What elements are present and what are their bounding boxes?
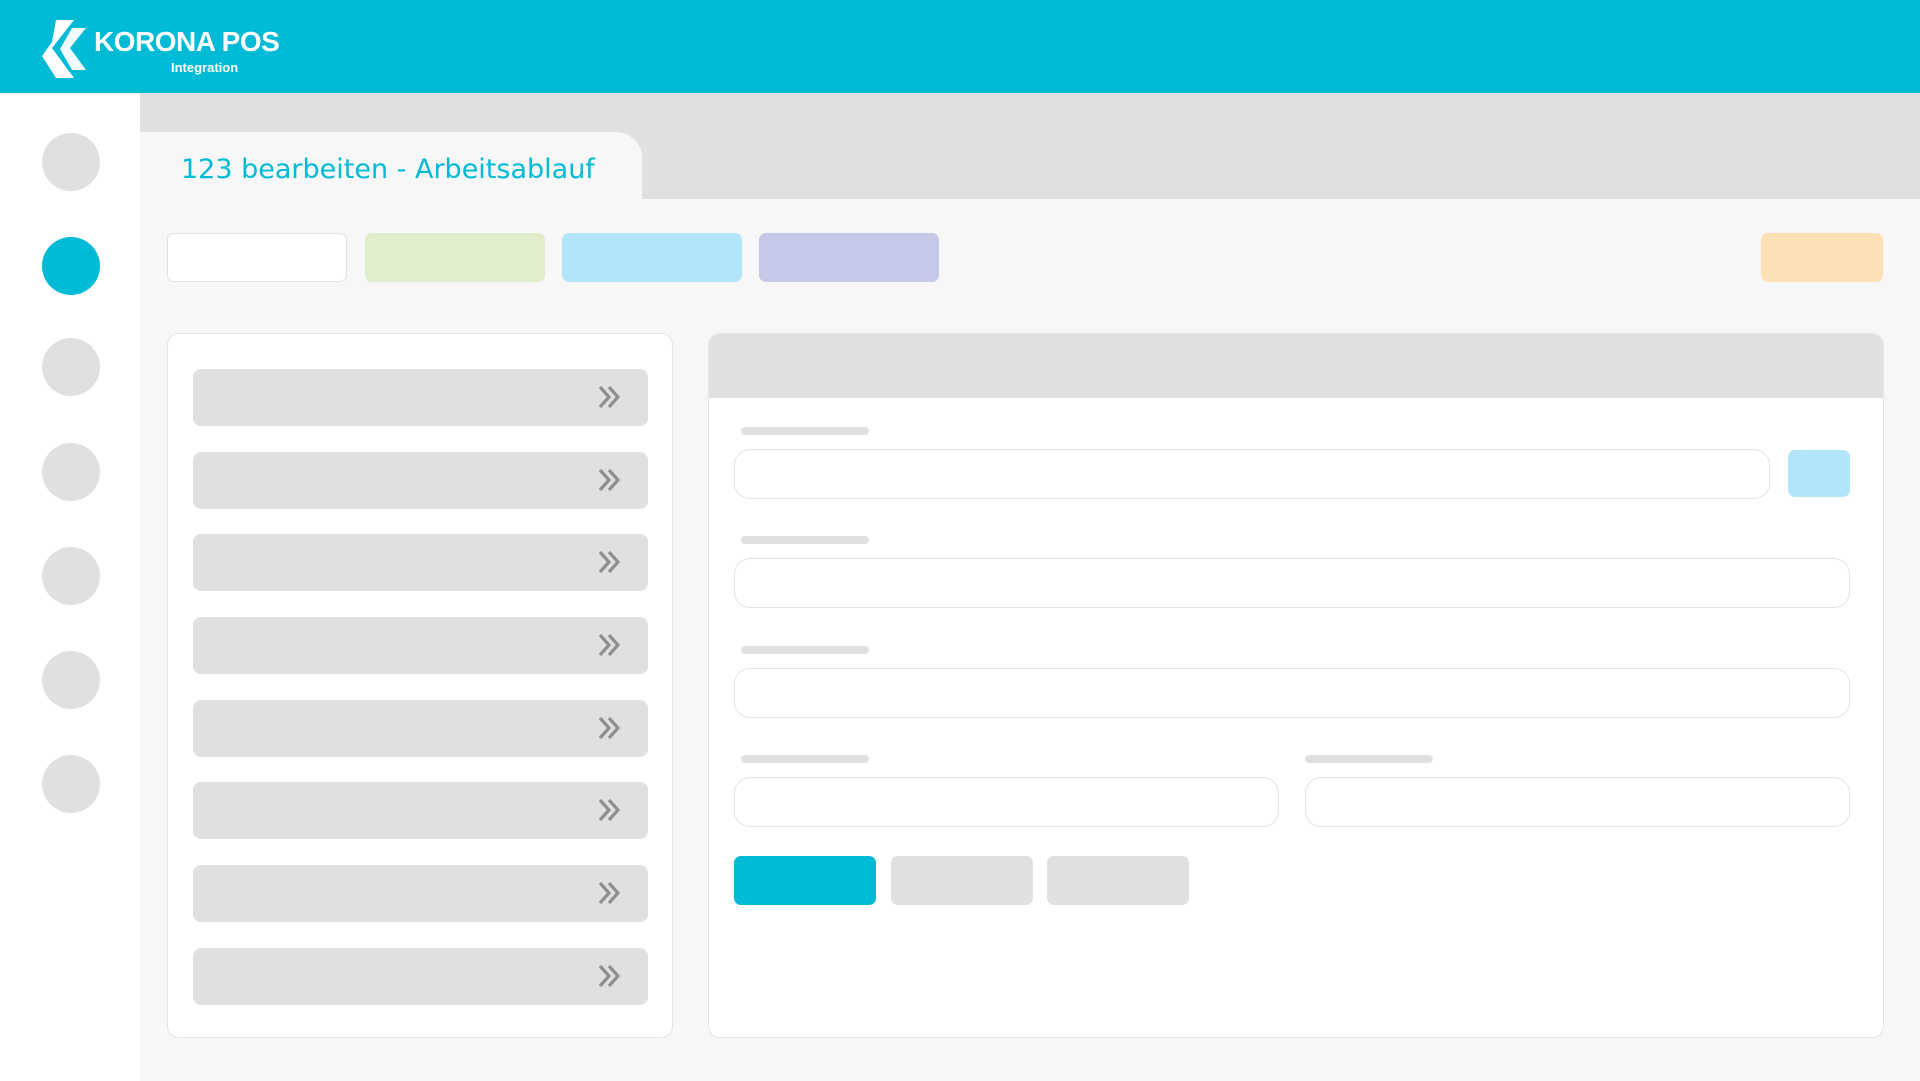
double-chevron-right-icon [598, 468, 621, 492]
sidebar-item-6[interactable] [42, 651, 100, 709]
list-item[interactable] [193, 534, 648, 591]
field-label-4 [741, 755, 869, 763]
sidebar-item-4[interactable] [42, 443, 100, 501]
double-chevron-right-icon [598, 881, 621, 905]
main-content: 123 bearbeiten - Arbeitsablauf [140, 93, 1920, 1081]
brand-subtitle: Integration [171, 60, 239, 75]
form-field-3[interactable] [734, 668, 1850, 718]
tertiary-action-button[interactable] [1047, 856, 1189, 905]
sidebar-item-2[interactable] [42, 237, 100, 295]
sidebar-item-3[interactable] [42, 338, 100, 396]
tab-title: 123 bearbeiten - Arbeitsablauf [181, 154, 595, 185]
brand-logo[interactable]: KORONA POS Integration [40, 20, 300, 80]
detail-panel-header [709, 334, 1883, 398]
double-chevron-right-icon [598, 385, 621, 409]
sidebar-item-1[interactable] [42, 133, 100, 191]
list-item[interactable] [193, 782, 648, 839]
form-field-1[interactable] [734, 449, 1770, 499]
tab-active[interactable]: 123 bearbeiten - Arbeitsablauf [140, 132, 642, 199]
form-field-4[interactable] [734, 777, 1279, 827]
top-bar: KORONA POS Integration [0, 0, 1920, 93]
toolbar-button-purple[interactable] [759, 233, 939, 282]
detail-panel [708, 333, 1884, 1038]
tab-strip: 123 bearbeiten - Arbeitsablauf [140, 93, 1920, 199]
toolbar-button-white[interactable] [167, 233, 347, 282]
double-chevron-right-icon [598, 964, 621, 988]
list-item[interactable] [193, 617, 648, 674]
list-item[interactable] [193, 865, 648, 922]
form-field-2[interactable] [734, 558, 1850, 608]
korona-chevron-logo-icon [42, 20, 86, 78]
field-label-3 [741, 646, 869, 654]
toolbar-button-green[interactable] [365, 233, 545, 282]
sidebar [0, 93, 140, 1081]
field-label-1 [741, 427, 869, 435]
field-label-2 [741, 536, 869, 544]
field-label-5 [1305, 755, 1433, 763]
sidebar-item-5[interactable] [42, 547, 100, 605]
list-item[interactable] [193, 948, 648, 1005]
primary-action-button[interactable] [734, 856, 876, 905]
secondary-action-button[interactable] [891, 856, 1033, 905]
form-field-5[interactable] [1305, 777, 1850, 827]
field-side-button[interactable] [1788, 450, 1850, 497]
list-item[interactable] [193, 369, 648, 426]
toolbar-button-blue[interactable] [562, 233, 742, 282]
list-item[interactable] [193, 700, 648, 757]
double-chevron-right-icon [598, 550, 621, 574]
double-chevron-right-icon [598, 716, 621, 740]
double-chevron-right-icon [598, 633, 621, 657]
list-panel [167, 333, 673, 1038]
double-chevron-right-icon [598, 798, 621, 822]
toolbar-button-orange[interactable] [1761, 233, 1883, 282]
brand-name: KORONA POS [94, 26, 280, 57]
list-item[interactable] [193, 452, 648, 509]
sidebar-item-7[interactable] [42, 755, 100, 813]
